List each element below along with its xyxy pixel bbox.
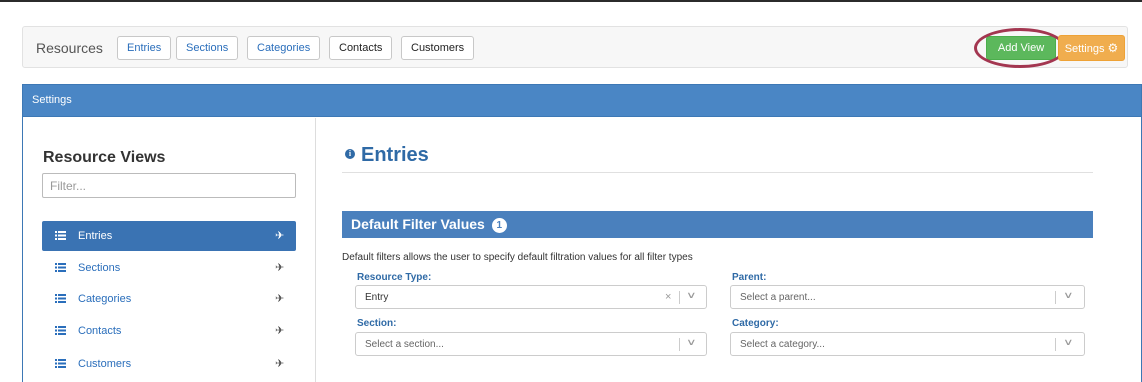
categories-button[interactable]: Categories <box>247 36 321 60</box>
gear-icon: ⚙ <box>1107 41 1119 55</box>
pin-icon[interactable]: ✈ <box>275 229 284 242</box>
section-select[interactable]: Select a section... ∨ <box>355 332 707 356</box>
contacts-button[interactable]: Contacts <box>329 36 393 60</box>
pin-icon[interactable]: ✈ <box>275 324 284 337</box>
default-filter-values-header: Default Filter Values 1 <box>342 211 1093 238</box>
select-separator <box>1055 291 1056 304</box>
settings-button[interactable]: Settings ⚙ <box>1058 35 1125 61</box>
select-separator <box>679 338 680 351</box>
category-select[interactable]: Select a category... ∨ <box>730 332 1085 356</box>
sidebar-item-contacts[interactable]: Contacts ✈ <box>42 316 296 346</box>
title-divider <box>342 172 1093 173</box>
sidebar-item-entries[interactable]: Entries ✈ <box>42 221 296 251</box>
resource-toolbar: Resources Entries Sections Categories Co… <box>22 26 1128 68</box>
sidebar-item-categories[interactable]: Categories ✈ <box>42 284 296 314</box>
chevron-down-icon[interactable]: ∨ <box>1063 290 1074 301</box>
resources-label: Resources <box>36 40 103 56</box>
info-icon[interactable]: i <box>345 148 355 159</box>
section-title: Default Filter Values <box>351 216 485 232</box>
category-placeholder: Select a category... <box>740 339 825 350</box>
page-title: i Entries <box>345 144 429 167</box>
list-icon <box>55 294 66 303</box>
parent-select[interactable]: Select a parent... ∨ <box>730 285 1085 309</box>
sidebar-item-label: Categories <box>78 293 132 305</box>
top-border <box>0 0 1142 2</box>
highlight-annotation <box>974 28 1066 68</box>
select-separator <box>679 291 680 304</box>
resource-type-label: Resource Type: <box>357 272 432 283</box>
clear-icon[interactable]: × <box>665 291 671 303</box>
sidebar-item-sections[interactable]: Sections ✈ <box>42 253 296 283</box>
pin-icon[interactable]: ✈ <box>275 261 284 274</box>
sidebar-item-label: Contacts <box>78 325 122 337</box>
views-filter-input[interactable] <box>42 173 296 198</box>
pin-icon[interactable]: ✈ <box>275 292 284 305</box>
list-icon <box>55 326 66 335</box>
sidebar-item-label: Sections <box>78 262 121 274</box>
entries-button[interactable]: Entries <box>117 36 172 60</box>
parent-placeholder: Select a parent... <box>740 292 816 303</box>
page-title-text: Entries <box>361 144 429 166</box>
resource-type-select[interactable]: Entry × ∨ <box>355 285 707 309</box>
settings-panel-header: Settings <box>23 85 1141 117</box>
sidebar-item-label: Entries <box>78 230 113 242</box>
chevron-down-icon[interactable]: ∨ <box>686 290 697 301</box>
list-icon <box>55 263 66 272</box>
pin-icon[interactable]: ✈ <box>275 357 284 370</box>
settings-button-label: Settings <box>1064 43 1105 55</box>
list-icon <box>55 359 66 368</box>
category-label: Category: <box>732 318 779 329</box>
view-settings-main: i Entries Default Filter Values 1 Default… <box>317 118 1142 382</box>
resource-views-title: Resource Views <box>43 149 166 166</box>
sidebar-item-customers[interactable]: Customers ✈ <box>42 349 296 379</box>
section-label: Section: <box>357 318 397 329</box>
sections-button[interactable]: Sections <box>176 36 239 60</box>
list-icon <box>55 231 66 240</box>
filter-description: Default filters allows the user to speci… <box>342 252 693 263</box>
sidebar-item-label: Customers <box>78 358 132 370</box>
section-placeholder: Select a section... <box>365 339 444 350</box>
customers-button[interactable]: Customers <box>401 36 475 60</box>
resource-type-value: Entry <box>365 292 389 303</box>
chevron-down-icon[interactable]: ∨ <box>1063 337 1074 348</box>
chevron-down-icon[interactable]: ∨ <box>686 337 697 348</box>
parent-label: Parent: <box>732 272 767 283</box>
settings-panel: Settings Resource Views Entries ✈ Sectio… <box>22 84 1142 382</box>
select-separator <box>1055 338 1056 351</box>
section-badge: 1 <box>491 218 507 233</box>
resource-views-sidebar: Resource Views Entries ✈ Sections ✈ Cate… <box>23 118 316 382</box>
